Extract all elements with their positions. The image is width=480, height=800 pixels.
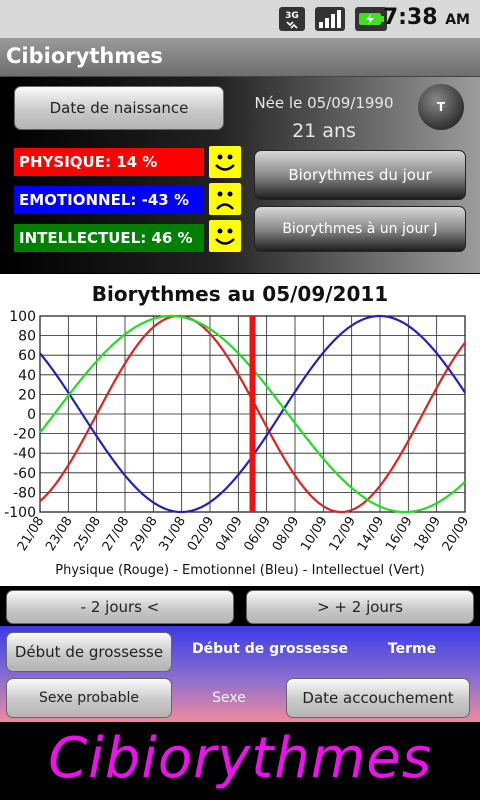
x-tick-label: 10/09 bbox=[298, 514, 331, 554]
app-title: Cibiorythmes bbox=[6, 44, 163, 68]
x-tick-label: 18/09 bbox=[411, 514, 444, 554]
x-tick-label: 14/09 bbox=[355, 514, 388, 554]
emotionnel-bar: EMOTIONNEL: -43 % bbox=[14, 186, 204, 214]
y-tick-label: 0 bbox=[27, 407, 36, 423]
y-tick-label: -20 bbox=[13, 427, 36, 443]
physique-bar: PHYSIQUE: 14 % bbox=[14, 148, 204, 176]
next-2-days-button[interactable]: > + 2 jours bbox=[246, 590, 474, 624]
x-tick-label: 16/09 bbox=[383, 514, 416, 554]
sad-face-icon bbox=[209, 183, 241, 215]
status-bar: 3G 7:38 AM bbox=[0, 0, 480, 38]
intellectuel-bar: INTELLECTUEL: 46 % bbox=[14, 224, 204, 252]
y-tick-label: 100 bbox=[9, 309, 36, 325]
sex-label: Sexe bbox=[212, 690, 246, 706]
x-tick-label: 23/08 bbox=[43, 514, 76, 554]
day-j-biorhythm-button[interactable]: Biorythmes à un jour J bbox=[254, 206, 466, 252]
chart-canvas: 100806040200-20-40-60-80-10021/0823/0825… bbox=[4, 309, 473, 554]
y-tick-label: 80 bbox=[18, 329, 36, 345]
x-tick-label: 06/09 bbox=[241, 514, 274, 554]
chart-legend: Physique (Rouge) - Emotionnel (Bleu) - I… bbox=[55, 563, 425, 578]
app-title-bar: Cibiorythmes bbox=[0, 38, 480, 77]
x-tick-label: 20/09 bbox=[440, 514, 473, 554]
x-tick-label: 12/09 bbox=[326, 514, 359, 554]
x-tick-label: 04/09 bbox=[213, 514, 246, 554]
probable-sex-button[interactable]: Sexe probable bbox=[6, 678, 172, 718]
age-text: 21 ans bbox=[292, 120, 356, 142]
term-label: Terme bbox=[387, 641, 437, 657]
badge-t[interactable]: T bbox=[418, 84, 464, 130]
x-tick-label: 25/08 bbox=[71, 514, 104, 554]
birth-date-text: Née le 05/09/1990 bbox=[254, 94, 394, 112]
x-tick-label: 29/08 bbox=[128, 514, 161, 554]
svg-text:3G: 3G bbox=[285, 11, 299, 21]
birth-date-button[interactable]: Date de naissance bbox=[14, 86, 224, 130]
y-tick-label: 60 bbox=[18, 348, 36, 364]
biorhythm-chart: Biorythmes au 05/09/2011 100 80 60 40 20 0 -20… bbox=[0, 274, 480, 586]
today-biorhythm-button[interactable]: Biorythmes du jour bbox=[254, 150, 466, 200]
pregnancy-start-button[interactable]: Début de grossesse bbox=[6, 632, 172, 672]
x-tick-label: 02/09 bbox=[185, 514, 218, 554]
y-tick-label: 20 bbox=[18, 387, 36, 403]
happy-face-icon bbox=[209, 220, 241, 252]
y-tick-label: -80 bbox=[13, 485, 36, 501]
due-date-button[interactable]: Date accouchement bbox=[286, 678, 470, 718]
banner-text: Cibiorythmes bbox=[48, 726, 432, 791]
y-tick-label: -60 bbox=[13, 466, 36, 482]
x-tick-label: 31/08 bbox=[156, 514, 189, 554]
clock: 7:38 AM bbox=[382, 5, 470, 30]
happy-face-icon bbox=[209, 146, 241, 178]
x-tick-label: 27/08 bbox=[100, 514, 133, 554]
pregnancy-start-label: Début de grossesse bbox=[192, 641, 348, 657]
signal-strength-icon bbox=[315, 7, 345, 31]
x-tick-label: 08/09 bbox=[270, 514, 303, 554]
prev-2-days-button[interactable]: - 2 jours < bbox=[6, 590, 234, 624]
network-3g-icon: 3G bbox=[279, 7, 305, 31]
app-banner: Cibiorythmes bbox=[0, 722, 480, 800]
y-tick-label: 40 bbox=[18, 368, 36, 384]
y-tick-label: -40 bbox=[13, 446, 36, 462]
